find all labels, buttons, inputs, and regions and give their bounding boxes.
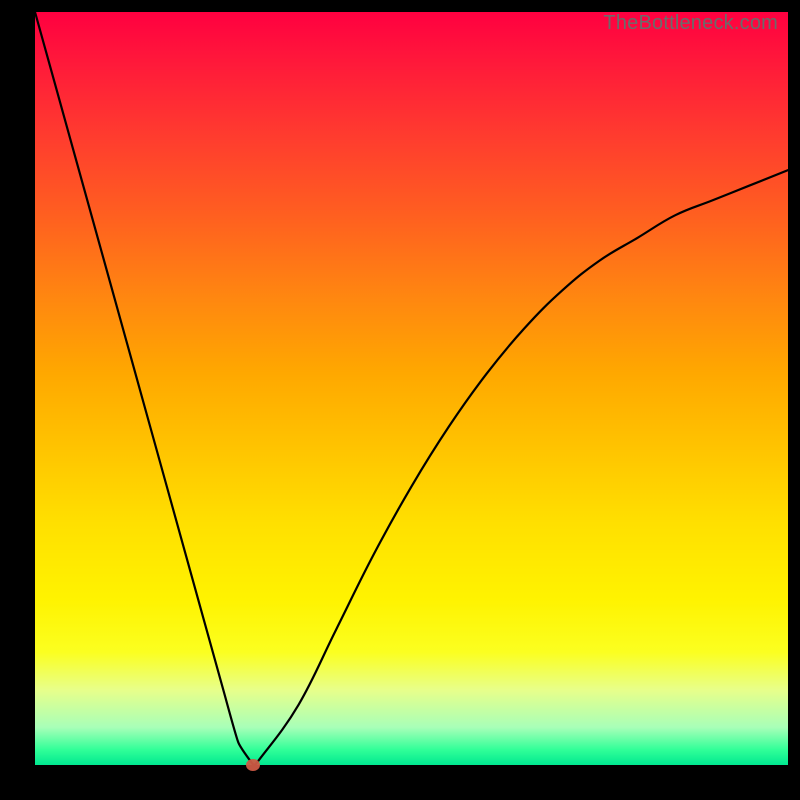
optimal-point-marker xyxy=(246,759,260,771)
plot-area: TheBottleneck.com xyxy=(35,12,788,765)
bottleneck-curve xyxy=(35,12,788,765)
chart-frame: TheBottleneck.com xyxy=(0,0,800,800)
